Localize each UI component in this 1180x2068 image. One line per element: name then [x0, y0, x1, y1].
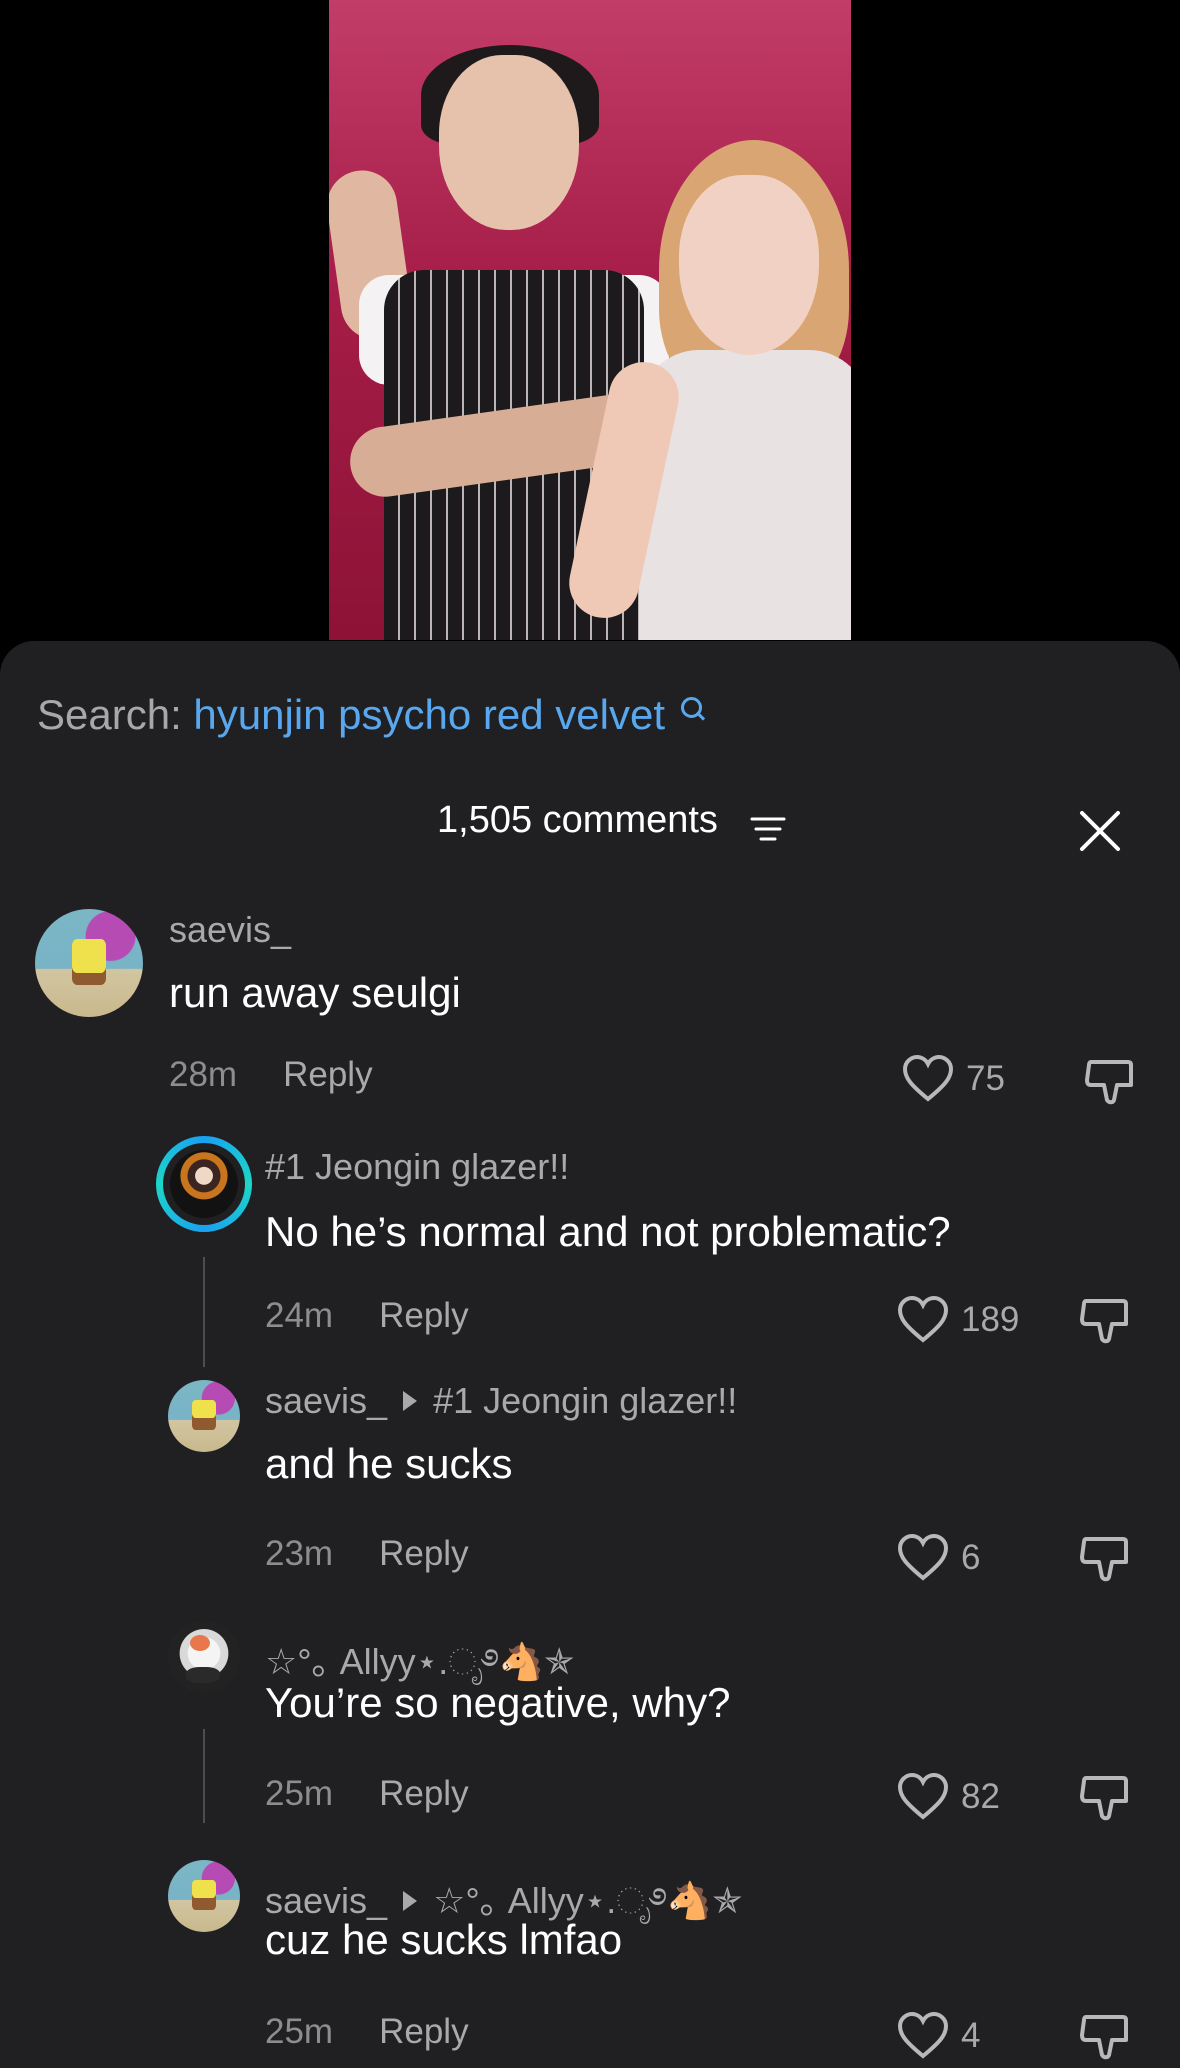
comment-text: No he’s normal and not problematic? [265, 1208, 951, 1255]
search-query-link[interactable]: hyunjin psycho red velvet [193, 691, 665, 738]
timestamp: 25m [265, 2012, 334, 2051]
like-button[interactable]: 6 [897, 1530, 1017, 1586]
like-button[interactable]: 4 [897, 2008, 1017, 2064]
comment-text: You’re so negative, why? [265, 1679, 731, 1726]
comments-header: 1,505 comments [0, 799, 1180, 849]
dislike-icon[interactable] [1083, 1055, 1133, 1105]
comment-meta: 25m Reply [265, 1774, 469, 1814]
search-prefix: Search: [37, 691, 182, 738]
reply-button[interactable]: Reply [379, 1774, 468, 1813]
reply-to-username[interactable]: ☆°｡ Allyy⋆.ೃ࿔🐴✯ [433, 1880, 742, 1921]
username[interactable]: saevis_ [265, 1380, 387, 1421]
comment-meta: 25m Reply [265, 2012, 469, 2052]
heart-icon [902, 1055, 954, 1102]
comments-sheet: Search: hyunjin psycho red velvet 1,505 … [0, 641, 1180, 2068]
comment-text: and he sucks [265, 1440, 513, 1487]
avatar[interactable] [35, 909, 143, 1017]
like-count: 189 [961, 1300, 1020, 1339]
comment-meta: 23m Reply [265, 1534, 469, 1574]
like-count: 82 [961, 1777, 1000, 1816]
avatar[interactable] [156, 1136, 252, 1232]
comment: saevis_ ☆°｡ Allyy⋆.ೃ࿔🐴✯ cuz he sucks lmfa… [0, 1860, 1180, 2060]
video-player[interactable] [329, 0, 851, 640]
comment-meta: 28m Reply [169, 1055, 373, 1095]
like-button[interactable]: 189 [897, 1292, 1047, 1348]
reply-button[interactable]: Reply [283, 1055, 372, 1094]
comment-text: cuz he sucks lmfao [265, 1916, 623, 1963]
avatar[interactable] [168, 1380, 240, 1452]
comment: saevis_ run away seulgi 28m Reply 75 [0, 909, 1180, 1105]
reply-arrow-icon [403, 1391, 418, 1412]
avatar-photo [170, 1150, 238, 1218]
dislike-icon[interactable] [1078, 1771, 1128, 1821]
comment-meta: 24m Reply [265, 1296, 469, 1336]
close-icon[interactable] [1078, 809, 1122, 853]
dislike-icon[interactable] [1078, 1294, 1128, 1344]
timestamp: 24m [265, 1296, 334, 1335]
search-icon [679, 691, 707, 725]
avatar[interactable] [168, 1860, 240, 1932]
comment-text: run away seulgi [169, 969, 461, 1016]
like-button[interactable]: 75 [902, 1051, 1032, 1107]
dislike-icon[interactable] [1078, 1532, 1128, 1582]
comment: saevis_ #1 Jeongin glazer!! and he sucks … [0, 1380, 1180, 1582]
singer-face [679, 175, 819, 355]
heart-icon [897, 2012, 949, 2059]
reply-to-username[interactable]: #1 Jeongin glazer!! [433, 1380, 737, 1421]
heart-icon [897, 1534, 949, 1581]
dancer-face [439, 55, 579, 230]
username[interactable]: #1 Jeongin glazer!! [265, 1146, 569, 1188]
avatar[interactable] [168, 1621, 240, 1693]
heart-icon [897, 1773, 949, 1820]
username[interactable]: saevis_ [265, 1880, 387, 1921]
sort-icon[interactable] [750, 815, 786, 845]
like-count: 75 [966, 1059, 1005, 1098]
comment: ☆°｡ Allyy⋆.ೃ࿔🐴✯ You’re so negative, why?… [0, 1621, 1180, 1821]
reply-button[interactable]: Reply [379, 1534, 468, 1573]
heart-icon [897, 1296, 949, 1343]
dislike-icon[interactable] [1078, 2010, 1128, 2060]
comment: #1 Jeongin glazer!! No he’s normal and n… [0, 1136, 1180, 1344]
like-button[interactable]: 82 [897, 1769, 1037, 1825]
comments-count: 1,505 comments [437, 799, 718, 841]
username-row: saevis_ #1 Jeongin glazer!! [265, 1380, 737, 1422]
like-count: 6 [961, 1538, 981, 1577]
reply-button[interactable]: Reply [379, 2012, 468, 2051]
like-count: 4 [961, 2016, 981, 2055]
username[interactable]: saevis_ [169, 909, 291, 951]
search-suggestion[interactable]: Search: hyunjin psycho red velvet [37, 691, 707, 739]
timestamp: 25m [265, 1774, 334, 1813]
reply-button[interactable]: Reply [379, 1296, 468, 1335]
timestamp: 28m [169, 1055, 238, 1094]
timestamp: 23m [265, 1534, 334, 1573]
reply-arrow-icon [403, 1891, 418, 1912]
